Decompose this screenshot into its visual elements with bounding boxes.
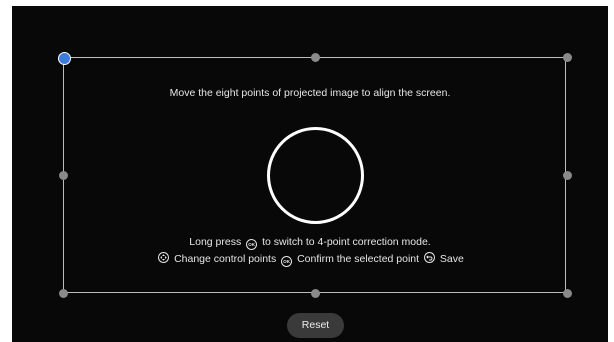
change-points-label: Change control points bbox=[174, 253, 277, 265]
back-icon bbox=[423, 252, 435, 263]
center-circle bbox=[267, 127, 364, 224]
save-label: Save bbox=[439, 253, 464, 265]
control-point-middle-right[interactable] bbox=[562, 170, 572, 180]
ok-button-icon: OK bbox=[281, 256, 293, 267]
long-press-label: Long press bbox=[189, 236, 242, 248]
ok-button-icon: OK bbox=[246, 239, 258, 250]
keystone-correction-screen: Move the eight points of projected image… bbox=[12, 6, 608, 342]
control-point-bottom-right[interactable] bbox=[562, 288, 572, 298]
controls-hint: Change control points OK Confirm the sel… bbox=[12, 252, 608, 267]
dpad-icon bbox=[158, 252, 170, 263]
switch-mode-label: to switch to 4-point correction mode. bbox=[262, 236, 431, 248]
control-point-middle-left[interactable] bbox=[58, 170, 68, 180]
control-point-bottom-left[interactable] bbox=[58, 288, 68, 298]
long-press-instruction: Long press OK to switch to 4-point corre… bbox=[12, 236, 608, 250]
reset-button[interactable]: Reset bbox=[287, 313, 344, 338]
control-point-bottom-center[interactable] bbox=[310, 288, 320, 298]
control-point-top-center[interactable] bbox=[310, 52, 320, 62]
control-point-top-right[interactable] bbox=[562, 52, 572, 62]
control-point-top-left[interactable] bbox=[57, 51, 71, 65]
confirm-point-label: Confirm the selected point bbox=[297, 253, 420, 265]
alignment-instruction: Move the eight points of projected image… bbox=[169, 87, 451, 99]
